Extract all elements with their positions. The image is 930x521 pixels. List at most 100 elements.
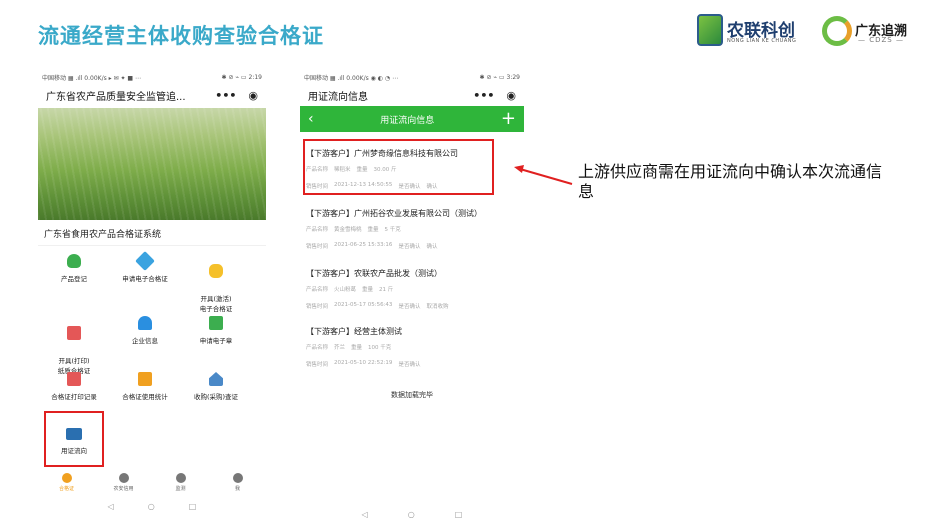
user-icon: [232, 473, 243, 483]
nonglian-logo-subtext: NONG LIAN KE CHUANG: [727, 38, 797, 44]
box-icon: [67, 372, 81, 386]
search-icon: [175, 473, 186, 483]
gdzs-logo-icon: [822, 16, 852, 46]
record-title: 【下游客户】经营主体测试: [306, 327, 402, 336]
home-nav-icon[interactable]: ○: [148, 502, 155, 516]
back-arrow-icon[interactable]: ‹: [308, 111, 314, 127]
product-value: 火山粉葛: [334, 287, 357, 293]
recent-nav-icon[interactable]: □: [455, 510, 463, 521]
status-right: ✱ ⊘ ⌁ ▭ 2:19: [221, 73, 262, 81]
grid-item-label: 合格证使用统计: [122, 393, 168, 401]
grid-item-label: 收购(采购)查证: [193, 393, 239, 401]
grid-item-purchase-verify[interactable]: 收购(采购)查证: [180, 372, 252, 402]
load-complete-text: 数据加载完毕: [391, 391, 433, 399]
tab-me[interactable]: 我: [213, 472, 263, 498]
tab-bar: 合格证 农安信用 监测 我: [38, 472, 266, 498]
back-nav-icon[interactable]: ◁: [362, 510, 368, 521]
calculator-icon: [138, 372, 152, 386]
hand-icon: [209, 264, 223, 278]
status-bar: 中国移动 ▦ .ıll 0.00K/s ▸ ✉ ✦ ■ ⋯ ✱ ⊘ ⌁ ▭ 2:…: [38, 70, 266, 84]
grid-item-label: 产品登记: [61, 275, 87, 283]
document-icon: [67, 326, 81, 340]
add-icon[interactable]: +: [501, 110, 516, 128]
highlight-box-first-record: [303, 139, 494, 195]
mail-icon: [118, 473, 129, 483]
weight-label: 重量: [367, 227, 379, 233]
tab-monitor[interactable]: 监测: [156, 472, 206, 498]
grid-item-label: 合格证打印记录: [51, 393, 97, 401]
grid-item-print-paper-cert[interactable]: 开具(打印) 纸质合格证: [38, 316, 110, 376]
target-icon[interactable]: ◉: [248, 89, 258, 102]
gdzs-logo: 广东追溯 — CDZS —: [822, 14, 912, 48]
nonglian-logo-icon: [697, 14, 723, 46]
app-bar: 广东省农产品质量安全监管追... ••• ◉: [38, 84, 266, 106]
app-title: 用证流向信息: [308, 91, 368, 103]
time-label: 销售时间: [306, 362, 329, 368]
gdzs-logo-subtext: — CDZS —: [858, 36, 904, 44]
product-label: 产品名称: [306, 227, 329, 233]
app-title: 广东省农产品质量安全监管追...: [46, 91, 186, 103]
status-left: 中国移动 ▦ .ıll 0.00K/s ▸ ✉ ✦ ■ ⋯: [42, 74, 142, 82]
tab-label: 我: [234, 486, 240, 492]
phone-screenshot-home: 中国移动 ▦ .ıll 0.00K/s ▸ ✉ ✦ ■ ⋯ ✱ ⊘ ⌁ ▭ 2:…: [38, 70, 266, 516]
grid-item-issue-e-cert[interactable]: 开具(激活) 电子合格证: [180, 254, 252, 314]
confirm-label: 是否确认: [398, 244, 421, 250]
grid-item-usage-stats[interactable]: 合格证使用统计: [109, 372, 181, 402]
grid-item-label: 申请电子章: [199, 337, 233, 345]
time-value: 2021-06-25 15:33:16: [334, 242, 393, 248]
system-nav-bar: ◁ ○ □: [38, 502, 266, 516]
grid-item-apply-e-cert[interactable]: 申请电子合格证: [109, 251, 181, 284]
more-icon[interactable]: •••: [473, 89, 494, 102]
rocket-icon: [135, 251, 155, 271]
weight-value: 5 千克: [384, 227, 401, 233]
system-title: 广东省食用农产品合格证系统: [38, 220, 266, 246]
more-icon[interactable]: •••: [215, 89, 236, 102]
status-left: 中国移动 ▦ .ıll 0.00K/s ◉ ◐ ◔ ⋯: [304, 74, 399, 82]
weight-label: 重量: [351, 345, 363, 351]
list-item[interactable]: 【下游客户】经营主体测试 产品名称 芥兰 重量 100 千克 销售时间 2021…: [306, 326, 520, 377]
nonglian-logo: 农联科创 NONG LIAN KE CHUANG: [697, 14, 813, 48]
weight-value: 21 斤: [379, 287, 394, 293]
list-item[interactable]: 【下游客户】广州拓谷农业发展有限公司（测试） 产品名称 黄金雪梅桃 重量 5 千…: [306, 208, 520, 259]
weight-label: 重量: [362, 287, 374, 293]
weight-value: 100 千克: [368, 345, 392, 351]
list-item[interactable]: 【下游客户】农联农产品批发（测试） 产品名称 火山粉葛 重量 21 斤 销售时间…: [306, 268, 520, 319]
grid-item-label: 开具(激活) 电子合格证: [199, 295, 233, 313]
tab-label: 农安信用: [113, 486, 134, 492]
grid-item-company-info[interactable]: 企业信息: [109, 316, 181, 346]
phone-screenshot-cert-flow: 中国移动 ▦ .ıll 0.00K/s ◉ ◐ ◔ ⋯ ✱ ⊘ ⌁ ▭ 3:29…: [300, 70, 524, 521]
recent-nav-icon[interactable]: □: [189, 502, 197, 516]
home-nav-icon[interactable]: ○: [408, 510, 415, 521]
status-right: ✱ ⊘ ⌁ ▭ 3:29: [479, 73, 520, 81]
home-icon: [209, 372, 223, 386]
certificate-icon: [61, 473, 72, 483]
app-bar: 用证流向信息 ••• ◉: [300, 84, 524, 106]
grid-item-print-records[interactable]: 合格证打印记录: [38, 372, 110, 402]
info-icon: [138, 316, 152, 330]
grid-item-label: 企业信息: [132, 337, 158, 345]
time-label: 销售时间: [306, 304, 329, 310]
tab-credit[interactable]: 农安信用: [99, 472, 149, 498]
page-title: 用证流向信息: [380, 115, 435, 126]
time-value: 2021-05-10 22:52:19: [334, 360, 393, 366]
highlight-box-cert-flow: [44, 411, 104, 467]
page-header: ‹ 用证流向信息 +: [300, 106, 524, 132]
cancel-purchase-action[interactable]: 取消收购: [426, 302, 448, 310]
tab-certificate[interactable]: 合格证: [42, 472, 92, 498]
slide-title: 流通经营主体收购查验合格证: [38, 24, 324, 48]
product-label: 产品名称: [306, 287, 329, 293]
back-nav-icon[interactable]: ◁: [108, 502, 114, 516]
tab-label: 监测: [175, 486, 186, 492]
grid-item-label: 申请电子合格证: [122, 275, 168, 283]
confirm-label: 是否确认: [398, 304, 421, 310]
target-icon[interactable]: ◉: [506, 89, 516, 102]
product-value: 黄金雪梅桃: [334, 227, 362, 233]
broccoli-icon: [67, 254, 81, 268]
system-nav-bar: ◁ ○ □: [300, 510, 524, 521]
record-title: 【下游客户】广州拓谷农业发展有限公司（测试）: [306, 209, 482, 218]
confirm-action[interactable]: 确认: [426, 242, 437, 250]
grid-item-product-register[interactable]: 产品登记: [38, 254, 110, 284]
grid-item-apply-e-stamp[interactable]: 申请电子章: [180, 316, 252, 346]
product-value: 芥兰: [334, 345, 346, 351]
time-label: 销售时间: [306, 244, 329, 250]
